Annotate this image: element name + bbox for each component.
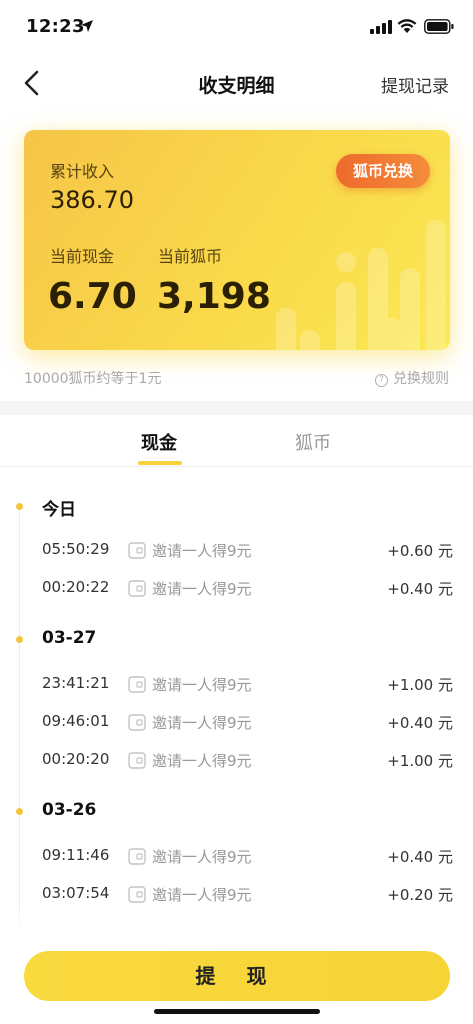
list-fade-overlay xyxy=(0,905,473,935)
transaction-row[interactable]: 05:50:29 邀请一人得9元 +0.60 元 xyxy=(0,531,473,569)
transaction-amount: +0.40 元 xyxy=(387,580,453,598)
transaction-time: 00:20:20 xyxy=(42,750,110,768)
transaction-list[interactable]: 今日 05:50:29 邀请一人得9元 +0.60 元 00:20:22 邀请一… xyxy=(0,470,473,930)
transaction-time: 05:50:29 xyxy=(42,540,110,558)
withdraw-records-link[interactable]: 提现记录 xyxy=(381,72,449,97)
transaction-amount: +0.60 元 xyxy=(387,542,453,560)
transaction-desc: 邀请一人得9元 xyxy=(152,542,252,560)
wallet-icon xyxy=(128,542,146,559)
group-date: 今日 xyxy=(42,500,76,520)
exchange-rate-note: 10000狐币约等于1元 xyxy=(24,371,162,387)
transaction-desc: 邀请一人得9元 xyxy=(152,580,252,598)
transaction-desc: 邀请一人得9元 xyxy=(152,848,252,866)
wallet-icon xyxy=(128,886,146,903)
current-coin-label: 当前狐币 xyxy=(158,247,223,266)
transaction-amount: +1.00 元 xyxy=(387,752,453,770)
summary-card: 累计收入 386.70 当前现金 6.70 当前狐币 3,198 狐币兑换 xyxy=(24,130,450,350)
wallet-icon xyxy=(128,580,146,597)
tab-coin[interactable]: 狐币 xyxy=(295,429,331,455)
location-arrow-icon xyxy=(81,20,93,32)
transaction-row[interactable]: 23:41:21 邀请一人得9元 +1.00 元 xyxy=(0,665,473,703)
group-date: 03-26 xyxy=(42,800,97,820)
wallet-icon xyxy=(128,848,146,865)
tab-bar: 现金 狐币 xyxy=(0,415,473,467)
timeline-dot xyxy=(16,808,23,815)
transaction-row[interactable]: 09:46:01 邀请一人得9元 +0.40 元 xyxy=(0,703,473,741)
transaction-amount: +1.00 元 xyxy=(387,676,453,694)
help-circle-icon: ? xyxy=(375,374,388,387)
exchange-rules-label: 兑换规则 xyxy=(393,371,449,387)
tab-cash[interactable]: 现金 xyxy=(141,429,177,455)
transaction-time: 23:41:21 xyxy=(42,674,110,692)
nav-bar: 收支明细 提现记录 xyxy=(0,58,473,108)
transaction-row[interactable]: 09:11:46 邀请一人得9元 +0.40 元 xyxy=(0,837,473,875)
total-income-label: 累计收入 xyxy=(50,162,115,181)
transaction-time: 09:46:01 xyxy=(42,712,110,730)
transaction-desc: 邀请一人得9元 xyxy=(152,676,252,694)
transaction-row[interactable]: 00:20:22 邀请一人得9元 +0.40 元 xyxy=(0,569,473,607)
transaction-time: 00:20:22 xyxy=(42,578,110,596)
wifi-icon xyxy=(397,19,417,33)
battery-icon xyxy=(424,19,454,34)
transaction-time: 09:11:46 xyxy=(42,846,110,864)
current-cash-value: 6.70 xyxy=(48,276,137,317)
transaction-row[interactable]: 00:20:20 邀请一人得9元 +1.00 元 xyxy=(0,741,473,779)
transaction-amount: +0.40 元 xyxy=(387,848,453,866)
status-bar: 12:23 xyxy=(0,0,473,52)
cellular-signal-icon xyxy=(370,20,392,34)
current-coin-value: 3,198 xyxy=(157,276,271,317)
withdraw-button[interactable]: 提 现 xyxy=(24,951,450,1001)
exchange-rules-link[interactable]: ? 兑换规则 xyxy=(375,368,449,388)
timeline-dot xyxy=(16,503,23,510)
transaction-amount: +0.40 元 xyxy=(387,714,453,732)
wallet-icon xyxy=(128,714,146,731)
transaction-desc: 邀请一人得9元 xyxy=(152,714,252,732)
transaction-amount: +0.20 元 xyxy=(387,886,453,904)
active-tab-indicator xyxy=(138,461,182,465)
timeline-dot xyxy=(16,636,23,643)
home-indicator xyxy=(154,1009,320,1014)
total-income-value: 386.70 xyxy=(50,186,134,214)
current-cash-label: 当前现金 xyxy=(50,247,115,266)
card-decoration xyxy=(276,220,446,350)
status-time: 12:23 xyxy=(26,16,85,37)
transaction-desc: 邀请一人得9元 xyxy=(152,886,252,904)
coin-exchange-button[interactable]: 狐币兑换 xyxy=(336,154,430,188)
transaction-time: 03:07:54 xyxy=(42,884,110,902)
group-date: 03-27 xyxy=(42,628,97,648)
wallet-icon xyxy=(128,676,146,693)
section-divider xyxy=(0,401,473,415)
rate-note-row: 10000狐币约等于1元 ? 兑换规则 xyxy=(0,366,473,390)
transaction-desc: 邀请一人得9元 xyxy=(152,752,252,770)
wallet-icon xyxy=(128,752,146,769)
